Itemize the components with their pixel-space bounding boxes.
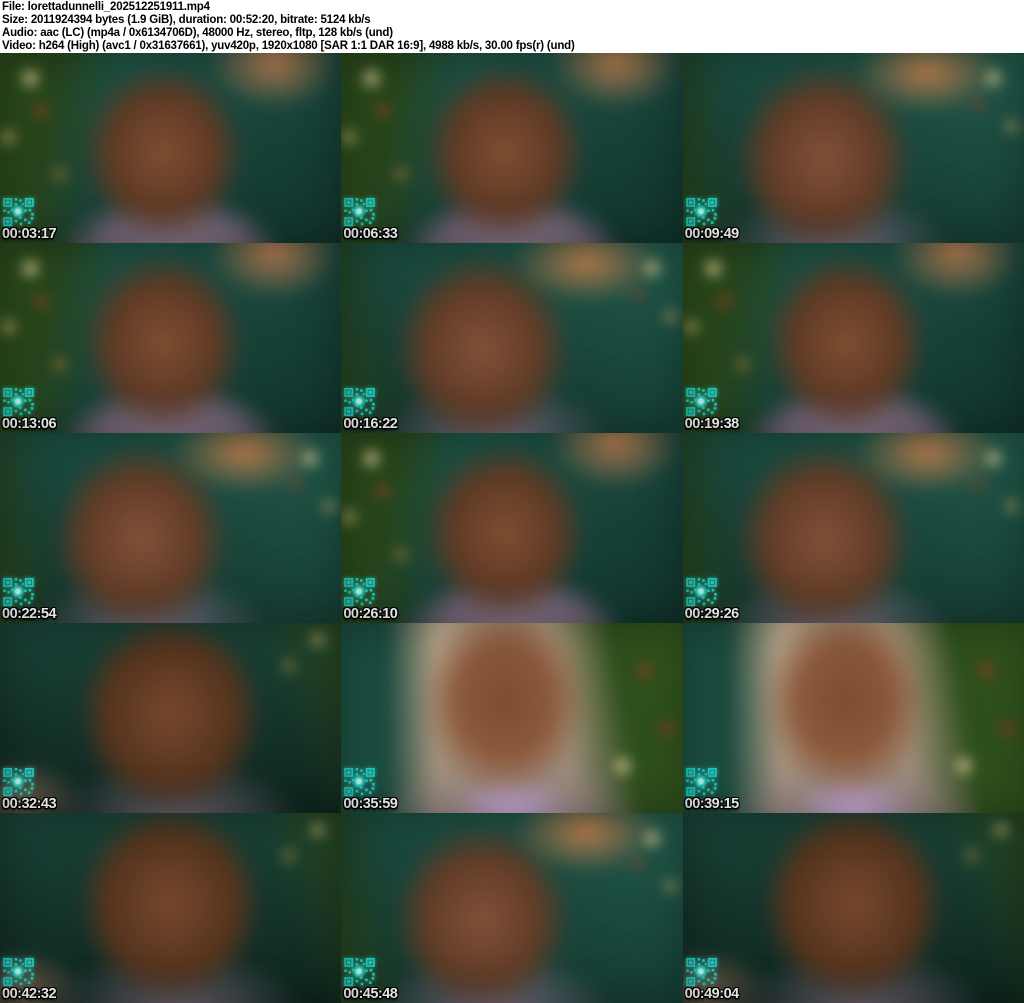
- thumbnail-placeholder-art: [341, 53, 683, 243]
- qr-watermark-icon: [3, 388, 34, 416]
- qr-watermark-icon: [3, 578, 34, 606]
- timestamp-overlay: 00:26:10: [343, 606, 398, 622]
- timestamp-overlay: 00:13:06: [2, 416, 57, 432]
- qr-watermark-icon: [344, 388, 376, 416]
- thumbnail-placeholder-art: [341, 813, 683, 1003]
- video-thumbnail: 00:03:17: [0, 53, 342, 243]
- file-info-line: File: lorettadunnelli_202512251911.mp4: [2, 1, 210, 13]
- video-thumbnail: 00:16:22: [341, 243, 683, 433]
- video-thumbnail: 00:26:10: [341, 433, 683, 623]
- timestamp-overlay: 00:19:38: [684, 416, 740, 432]
- timestamp-overlay: 00:49:04: [684, 986, 740, 1002]
- qr-watermark-icon: [344, 958, 376, 986]
- video-thumbnail: 00:29:26: [682, 433, 1024, 623]
- video-thumbnail: 00:19:38: [682, 243, 1024, 433]
- thumbnail-placeholder-art: [682, 53, 1024, 243]
- qr-watermark-icon: [685, 958, 717, 986]
- qr-watermark-icon: [685, 198, 717, 226]
- timestamp-overlay: 00:22:54: [2, 606, 57, 622]
- thumbnail-placeholder-art: [341, 433, 683, 623]
- thumbnail-placeholder-art: [0, 243, 342, 433]
- thumbnail-placeholder-art: [682, 623, 1024, 813]
- video-thumbnail: 00:42:32: [0, 813, 342, 1003]
- qr-watermark-icon: [685, 388, 717, 416]
- qr-watermark-icon: [685, 578, 717, 606]
- thumbnail-placeholder-art: [0, 623, 342, 813]
- timestamp-overlay: 00:06:33: [343, 226, 398, 242]
- timestamp-overlay: 00:45:48: [343, 986, 398, 1002]
- video-thumbnail: 00:49:04: [682, 813, 1024, 1003]
- audio-info-line: Audio: aac (LC) (mp4a / 0x6134706D), 480…: [2, 27, 393, 39]
- qr-watermark-icon: [344, 578, 376, 606]
- thumbnail-placeholder-art: [682, 813, 1024, 1003]
- timestamp-overlay: 00:42:32: [2, 986, 57, 1002]
- video-thumbnail: 00:22:54: [0, 433, 342, 623]
- video-thumbnail: 00:09:49: [682, 53, 1024, 243]
- qr-watermark-icon: [685, 768, 717, 796]
- qr-watermark-icon: [3, 958, 34, 986]
- thumbnail-placeholder-art: [682, 433, 1024, 623]
- qr-watermark-icon: [344, 198, 376, 226]
- video-thumbnail: 00:32:43: [0, 623, 342, 813]
- timestamp-overlay: 00:09:49: [684, 226, 740, 242]
- timestamp-overlay: 00:29:26: [684, 606, 740, 622]
- video-thumbnail: 00:45:48: [341, 813, 683, 1003]
- thumbnail-placeholder-art: [0, 813, 342, 1003]
- qr-watermark-icon: [3, 768, 34, 796]
- video-info-line: Video: h264 (High) (avc1 / 0x31637661), …: [2, 40, 575, 52]
- media-info-header: File: lorettadunnelli_202512251911.mp4 S…: [0, 0, 1024, 53]
- size-info-line: Size: 2011924394 bytes (1.9 GiB), durati…: [2, 14, 371, 26]
- qr-watermark-icon: [344, 768, 376, 796]
- video-contact-sheet: File: lorettadunnelli_202512251911.mp4 S…: [0, 0, 1024, 1003]
- thumbnail-grid: 00:03:17 00:06:33 00:09:49 00:13:06 00:1…: [0, 53, 1024, 1003]
- video-thumbnail: 00:39:15: [682, 623, 1024, 813]
- thumbnail-placeholder-art: [0, 433, 342, 623]
- thumbnail-placeholder-art: [341, 623, 683, 813]
- video-thumbnail: 00:35:59: [341, 623, 683, 813]
- thumbnail-placeholder-art: [0, 53, 342, 243]
- qr-watermark-icon: [3, 198, 34, 226]
- video-thumbnail: 00:13:06: [0, 243, 342, 433]
- timestamp-overlay: 00:39:15: [684, 796, 740, 812]
- timestamp-overlay: 00:32:43: [2, 796, 57, 812]
- timestamp-overlay: 00:03:17: [2, 226, 57, 242]
- video-thumbnail: 00:06:33: [341, 53, 683, 243]
- timestamp-overlay: 00:35:59: [343, 796, 398, 812]
- timestamp-overlay: 00:16:22: [343, 416, 398, 432]
- thumbnail-placeholder-art: [341, 243, 683, 433]
- thumbnail-placeholder-art: [682, 243, 1024, 433]
